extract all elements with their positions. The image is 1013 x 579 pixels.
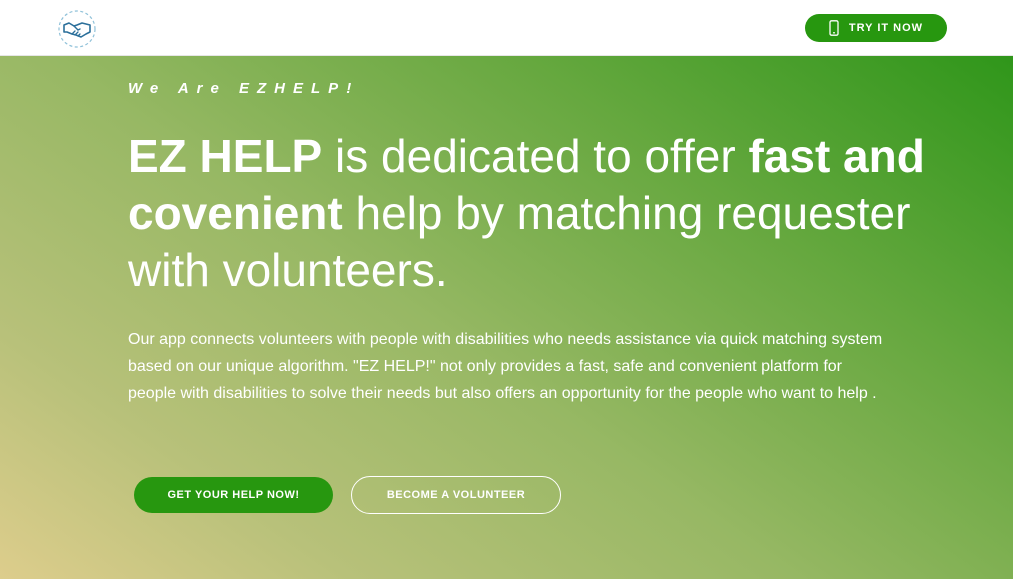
try-it-now-label: TRY IT NOW: [848, 22, 924, 34]
become-volunteer-button[interactable]: BECOME A VOLUNTEER: [351, 476, 561, 514]
site-header: TRY IT NOW: [0, 0, 1013, 56]
headline-text-1: is dedicated to offer: [322, 130, 749, 182]
logo[interactable]: [57, 9, 97, 49]
hero-section: We Are EZHELP! EZ HELP is dedicated to o…: [0, 56, 1013, 579]
hero-description: Our app connects volunteers with people …: [128, 331, 883, 402]
headline-brand: EZ HELP: [128, 130, 323, 182]
become-volunteer-label: BECOME A VOLUNTEER: [386, 489, 526, 501]
get-help-label: GET YOUR HELP NOW!: [167, 489, 300, 501]
handshake-icon: [58, 10, 96, 48]
phone-icon: [829, 20, 839, 36]
try-it-now-button[interactable]: TRY IT NOW: [805, 14, 947, 42]
hero-headline: EZ HELP is dedicated to offer fast and c…: [128, 128, 928, 299]
get-help-button[interactable]: GET YOUR HELP NOW!: [134, 477, 333, 513]
hero-tagline: We Are EZHELP!: [128, 80, 360, 97]
